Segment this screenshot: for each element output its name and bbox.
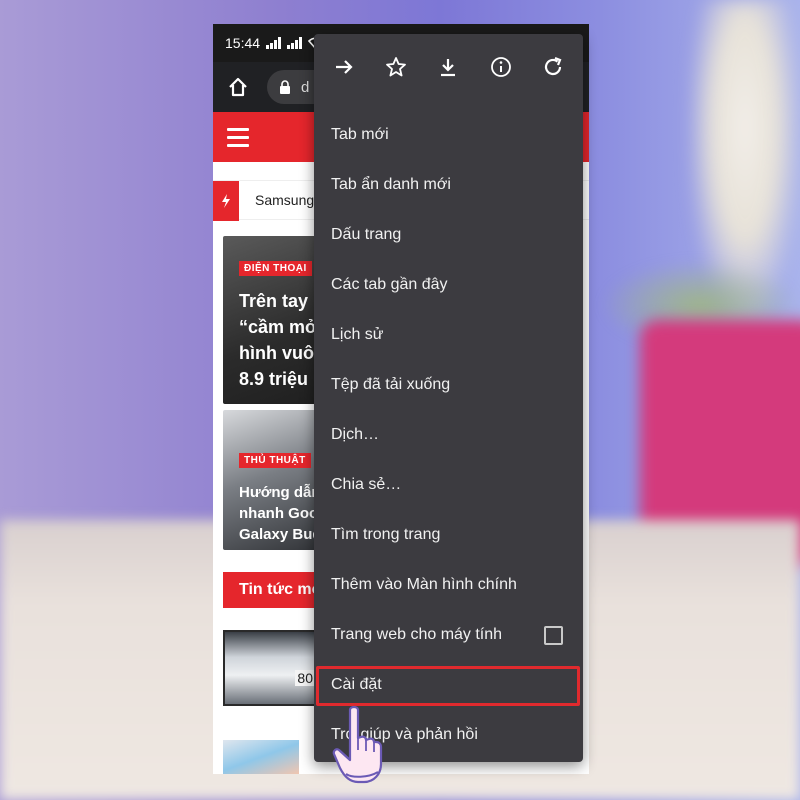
menu-icon-row	[314, 34, 583, 100]
article-thumbnail[interactable]: 80	[223, 630, 327, 706]
article-thumbnail[interactable]	[223, 740, 299, 774]
menu-item-label: Tab mới	[331, 126, 389, 143]
url-text: d	[301, 78, 310, 96]
hamburger-menu-icon[interactable]	[227, 128, 249, 152]
menu-item-label: Tệp đã tải xuống	[331, 376, 451, 393]
menu-item-label: Thêm vào Màn hình chính	[331, 576, 517, 593]
download-icon[interactable]	[428, 47, 468, 87]
menu-item-label: Các tab gần đây	[331, 276, 448, 293]
status-time: 15:44	[225, 35, 261, 51]
menu-item-label: Tìm trong trang	[331, 526, 441, 543]
ticker-text: Samsung	[255, 192, 315, 208]
menu-item-history[interactable]: Lịch sử	[314, 310, 583, 360]
menu-item-add-to-home-screen[interactable]: Thêm vào Màn hình chính	[314, 560, 583, 610]
category-badge: ĐIỆN THOẠI	[239, 261, 312, 276]
menu-item-share[interactable]: Chia sẻ…	[314, 460, 583, 510]
article-title: Hướng dẫn nhanh Goo Galaxy Bud	[239, 484, 322, 543]
lightning-icon	[213, 181, 239, 221]
menu-item-new-tab[interactable]: Tab mới	[314, 110, 583, 160]
menu-item-label: Lịch sử	[331, 326, 384, 343]
menu-item-translate[interactable]: Dịch…	[314, 410, 583, 460]
menu-item-label: Dấu trang	[331, 226, 402, 243]
settings-highlight-box	[316, 666, 580, 706]
menu-item-new-incognito-tab[interactable]: Tab ẩn danh mới	[314, 160, 583, 210]
lock-icon	[280, 79, 290, 94]
pointing-hand-icon	[332, 705, 383, 784]
menu-item-downloads[interactable]: Tệp đã tải xuống	[314, 360, 583, 410]
refresh-icon[interactable]	[533, 47, 573, 87]
menu-item-recent-tabs[interactable]: Các tab gần đây	[314, 260, 583, 310]
browser-overflow-menu: Tab mới Tab ẩn danh mới Dấu trang Các ta…	[314, 34, 583, 762]
category-badge: THỦ THUẬT	[239, 453, 311, 468]
home-icon[interactable]	[223, 72, 253, 102]
info-icon[interactable]	[481, 47, 521, 87]
menu-item-label: Tab ẩn danh mới	[331, 176, 451, 193]
menu-item-label: Chia sẻ…	[331, 476, 402, 493]
forward-icon[interactable]	[324, 47, 364, 87]
thumbnail-label: 80	[295, 670, 315, 686]
menu-item-bookmarks[interactable]: Dấu trang	[314, 210, 583, 260]
menu-item-label: Trang web cho máy tính	[331, 626, 503, 643]
menu-item-find-in-page[interactable]: Tìm trong trang	[314, 510, 583, 560]
desktop-site-checkbox[interactable]	[544, 626, 563, 645]
bookmark-star-icon[interactable]	[376, 47, 416, 87]
menu-item-label: Dịch…	[331, 426, 380, 443]
signal-icon-2	[287, 37, 303, 49]
signal-icon	[266, 37, 282, 49]
menu-item-desktop-site[interactable]: Trang web cho máy tính	[314, 610, 583, 660]
